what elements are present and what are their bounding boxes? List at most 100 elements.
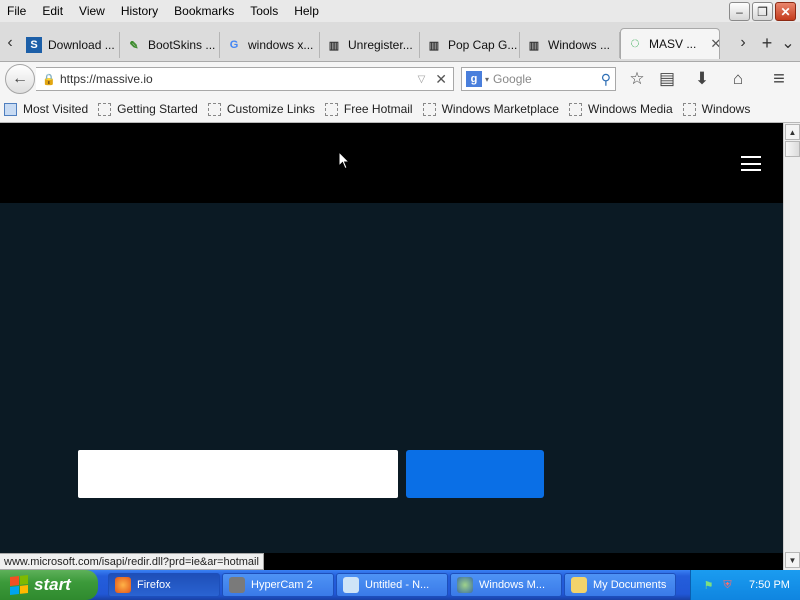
bookmark-label: Free Hotmail: [343, 102, 413, 116]
minimize-button[interactable]: –: [729, 2, 750, 21]
hypercam-icon: [229, 577, 245, 593]
tab-windows[interactable]: ▥ Windows ...: [520, 32, 620, 58]
url-text[interactable]: https://massive.io: [60, 72, 418, 86]
clock[interactable]: 7:50 PM: [749, 579, 790, 591]
site-submit-button[interactable]: [406, 450, 544, 498]
close-window-button[interactable]: ✕: [775, 2, 796, 21]
downloads-icon[interactable]: ⬇: [690, 67, 714, 91]
hamburger-menu-icon[interactable]: ≡: [767, 67, 791, 91]
tab-google-search[interactable]: G windows x...: [220, 32, 320, 58]
window-controls: – ❐ ✕: [729, 2, 796, 21]
bookmark-placeholder-icon: [682, 102, 696, 116]
back-button[interactable]: ←: [5, 64, 35, 94]
menu-bookmarks[interactable]: Bookmarks: [166, 4, 242, 18]
menu-edit[interactable]: Edit: [34, 4, 71, 18]
windows-logo-icon: [10, 575, 28, 595]
site-menu-icon[interactable]: [741, 156, 761, 171]
taskbar-item-firefox[interactable]: Firefox: [108, 573, 220, 597]
restore-button[interactable]: ❐: [752, 2, 773, 21]
bookmark-windows-marketplace[interactable]: Windows Marketplace: [422, 102, 559, 116]
library-icon: ▥: [328, 39, 340, 52]
taskbar-item-hypercam[interactable]: HyperCam 2: [222, 573, 334, 597]
google-icon: G: [229, 39, 239, 51]
download-site-icon: S: [26, 37, 42, 53]
bookmark-placeholder-icon: [98, 102, 112, 116]
bookmark-placeholder-icon: [207, 102, 221, 116]
bookmark-placeholder-icon: [568, 102, 582, 116]
close-tab-icon[interactable]: ✕: [710, 36, 719, 52]
task-label: My Documents: [593, 579, 667, 591]
new-tab-button[interactable]: +: [756, 28, 778, 58]
tab-label: Pop Cap G...: [448, 38, 518, 52]
bookmark-most-visited[interactable]: Most Visited: [4, 102, 88, 116]
tab-scroll-right-button[interactable]: ›: [732, 28, 754, 58]
mouse-cursor-icon: [338, 151, 350, 170]
media-player-icon: [457, 577, 473, 593]
url-history-dropdown-icon[interactable]: ▽: [418, 74, 426, 85]
bookmark-windows-media[interactable]: Windows Media: [568, 102, 673, 116]
menu-history[interactable]: History: [113, 4, 166, 18]
menu-help[interactable]: Help: [286, 4, 327, 18]
tab-download[interactable]: S Download ...: [20, 32, 120, 58]
library-icon: ▥: [428, 39, 440, 52]
page-scrollbar[interactable]: ▲ ▼: [783, 123, 800, 570]
folder-icon: [571, 577, 587, 593]
stop-icon[interactable]: ✕: [435, 71, 447, 88]
bookmark-customize-links[interactable]: Customize Links: [207, 102, 315, 116]
bookmarks-toolbar: Most Visited Getting Started Customize L…: [0, 96, 800, 123]
bookmark-placeholder-icon: [324, 102, 338, 116]
bookmark-getting-started[interactable]: Getting Started: [98, 102, 198, 116]
site-header: [0, 123, 783, 203]
tab-bootskins[interactable]: ✎ BootSkins ...: [120, 32, 220, 58]
firefox-icon: [115, 577, 131, 593]
taskbar-item-media-player[interactable]: Windows M...: [450, 573, 562, 597]
bookmark-label: Most Visited: [23, 102, 89, 116]
home-icon[interactable]: ⌂: [726, 67, 750, 91]
task-label: Firefox: [137, 579, 171, 591]
tab-label: BootSkins ...: [148, 38, 216, 52]
system-tray: ⚑ ⛨ 7:50 PM: [690, 570, 800, 600]
scrollbar-thumb[interactable]: [785, 141, 800, 157]
tab-masv-active[interactable]: ◌ MASV ... ✕: [620, 28, 720, 59]
bookmark-star-icon[interactable]: ☆: [625, 67, 649, 91]
taskbar-item-my-documents[interactable]: My Documents: [564, 573, 676, 597]
bookmark-label: Windows Marketplace: [441, 102, 559, 116]
bookmark-label: Customize Links: [226, 102, 315, 116]
bookmark-placeholder-icon: [422, 102, 436, 116]
google-search-engine-icon[interactable]: g: [466, 71, 482, 87]
search-icon[interactable]: ⚲: [601, 71, 611, 88]
task-label: Windows M...: [479, 579, 546, 591]
scroll-down-button[interactable]: ▼: [785, 552, 800, 568]
menu-file[interactable]: File: [0, 4, 34, 18]
address-bar[interactable]: 🔒 https://massive.io ▽ ✕: [36, 67, 454, 91]
tab-label: Windows ...: [548, 38, 611, 52]
task-label: HyperCam 2: [251, 579, 313, 591]
status-link-preview: www.microsoft.com/isapi/redir.dll?prd=ie…: [0, 553, 264, 570]
site-email-input[interactable]: [78, 450, 398, 498]
tab-scroll-left-button[interactable]: ‹: [0, 28, 20, 58]
menu-tools[interactable]: Tools: [242, 4, 286, 18]
most-visited-icon: [4, 102, 17, 116]
search-input[interactable]: Google: [493, 72, 601, 86]
reading-list-icon[interactable]: ▤: [655, 67, 679, 91]
taskbar-item-notepad[interactable]: Untitled - N...: [336, 573, 448, 597]
notepad-icon: [343, 577, 359, 593]
search-bar[interactable]: g ▾ Google ⚲: [461, 67, 616, 91]
scroll-up-button[interactable]: ▲: [785, 124, 800, 140]
page-viewport: [0, 123, 783, 553]
list-all-tabs-button[interactable]: ⌄: [778, 28, 798, 58]
bookmark-free-hotmail[interactable]: Free Hotmail: [324, 102, 413, 116]
menu-bar: File Edit View History Bookmarks Tools H…: [0, 0, 800, 22]
windows-taskbar: start Firefox HyperCam 2 Untitled - N...…: [0, 570, 800, 600]
tab-popcap[interactable]: ▥ Pop Cap G...: [420, 32, 520, 58]
security-shield-icon[interactable]: ⛨: [720, 578, 735, 593]
start-button[interactable]: start: [0, 570, 98, 600]
bookmark-windows[interactable]: Windows: [682, 102, 751, 116]
network-icon[interactable]: ⚑: [701, 578, 716, 593]
bookmark-label: Windows: [701, 102, 751, 116]
search-engine-dropdown-icon[interactable]: ▾: [485, 75, 489, 84]
bookmark-label: Getting Started: [117, 102, 198, 116]
tab-strip: ‹ S Download ... ✎ BootSkins ... G windo…: [0, 22, 800, 62]
menu-view[interactable]: View: [71, 4, 113, 18]
tab-unregister[interactable]: ▥ Unregister...: [320, 32, 420, 58]
